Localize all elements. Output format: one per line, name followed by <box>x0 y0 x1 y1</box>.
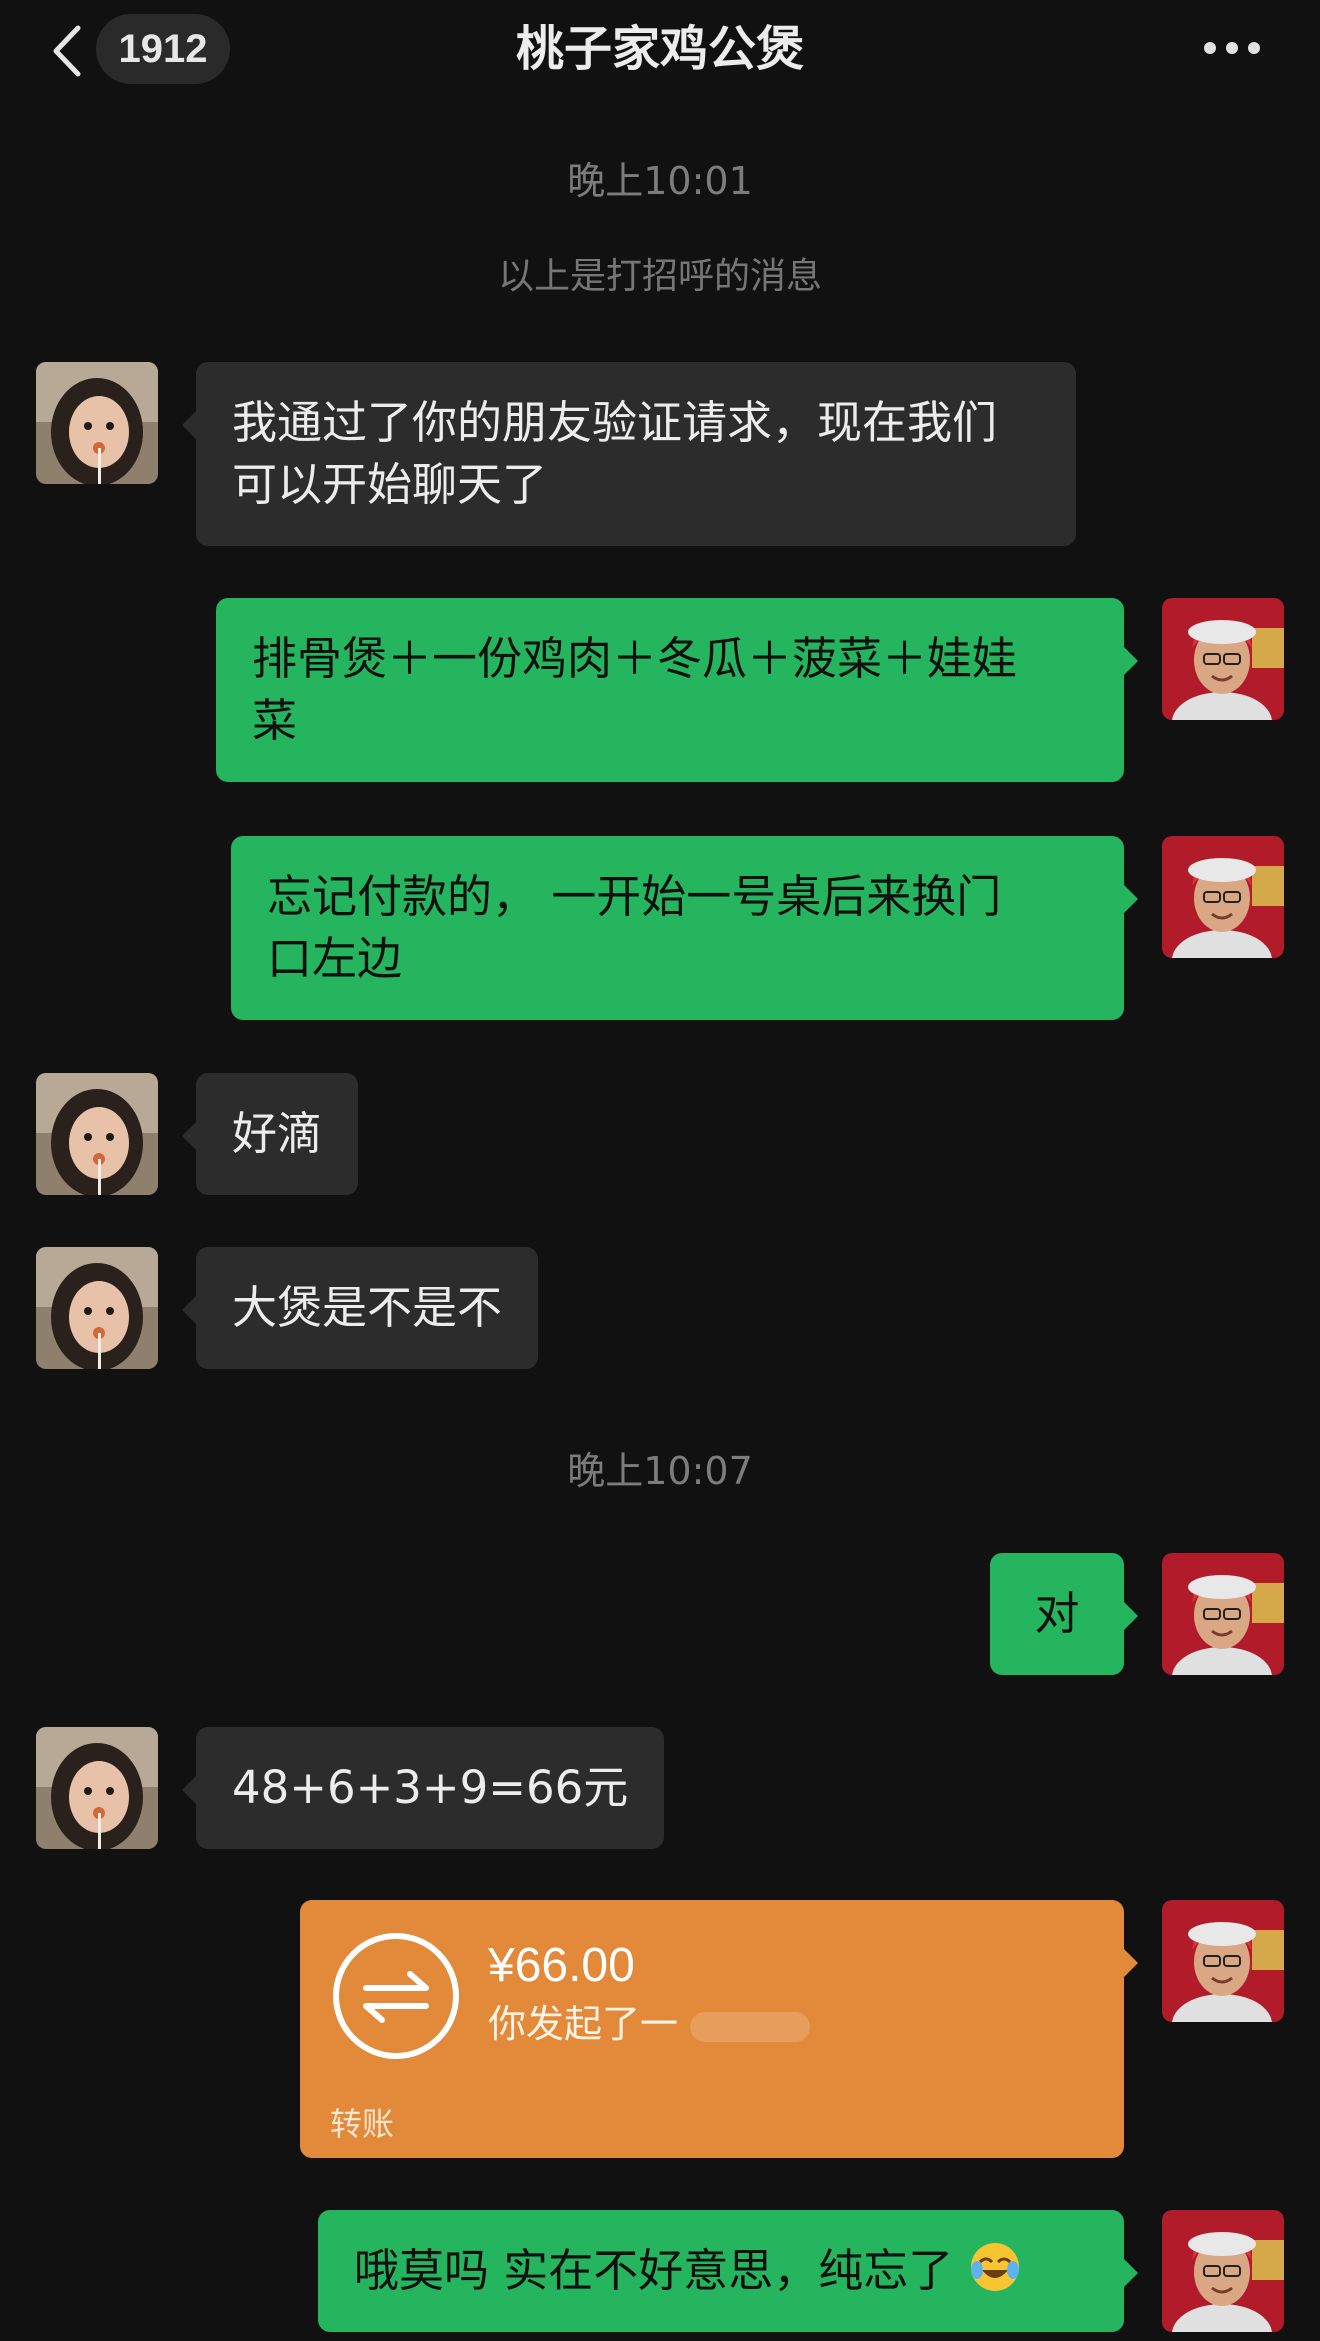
laughing-crying-emoji-icon <box>970 2243 1019 2291</box>
contact-avatar[interactable] <box>36 1727 158 1849</box>
message-text: 好滴 <box>232 1107 323 1160</box>
contact-avatar[interactable] <box>36 362 158 484</box>
message-text: 48+6+3+9=66元 <box>232 1761 629 1814</box>
transfer-kind-label: 转账 <box>330 2105 395 2143</box>
contact-avatar[interactable] <box>36 1247 158 1369</box>
message-text: 对 <box>1034 1587 1080 1640</box>
chat-title: 桃子家鸡公煲 <box>515 21 804 77</box>
message-bubble-outgoing[interactable]: 哦莫吗 实在不好意思，纯忘了 <box>318 2210 1138 2332</box>
contact-avatar[interactable] <box>36 1073 158 1195</box>
message-bubble-incoming[interactable]: 好滴 <box>181 1073 359 1195</box>
message-text-line: 排骨煲＋一份鸡肉＋冬瓜＋菠菜＋娃娃 <box>252 632 1018 685</box>
message-text-line: 菜 <box>252 694 298 747</box>
transfer-description: 你发起了一 <box>488 1998 811 2050</box>
message-bubble-incoming[interactable]: 我通过了你的朋友验证请求，现在我们可以开始聊天了 <box>182 362 1076 546</box>
system-notice: 以上是打招呼的消息 <box>497 256 822 297</box>
message-text-line: 口左边 <box>267 932 403 985</box>
message-bubble-incoming[interactable]: 大煲是不是不 <box>181 1247 539 1369</box>
my-avatar[interactable] <box>1162 836 1284 958</box>
message-bubble-outgoing[interactable]: 忘记付款的， 一开始一号桌后来换门 口左边 <box>231 836 1138 1020</box>
message-text: 哦莫吗 实在不好意思，纯忘了 <box>354 2244 954 2297</box>
message-bubble-incoming[interactable]: 48+6+3+9=66元 <box>181 1727 665 1849</box>
my-avatar[interactable] <box>1162 598 1284 720</box>
blurred-text <box>690 2011 811 2042</box>
transfer-arrows-icon <box>333 1933 459 2059</box>
message-bubble-outgoing[interactable]: 对 <box>990 1553 1138 1675</box>
message-bubble-outgoing[interactable]: 排骨煲＋一份鸡肉＋冬瓜＋菠菜＋娃娃 菜 <box>216 598 1138 782</box>
timestamp: 晚上10:07 <box>567 1449 753 1493</box>
my-avatar[interactable] <box>1162 2210 1284 2332</box>
transfer-amount: ¥66.00 <box>488 1939 635 1992</box>
message-text-line: 忘记付款的， 一开始一号桌后来换门 <box>267 870 1002 923</box>
more-dots-icon[interactable] <box>1204 36 1264 60</box>
message-text: 我通过了你的朋友验证请求，现在我们可以开始聊天了 <box>232 396 998 511</box>
message-text: 大煲是不是不 <box>232 1281 503 1334</box>
my-avatar[interactable] <box>1162 1553 1284 1675</box>
my-avatar[interactable] <box>1162 1900 1284 2022</box>
chat-header: 1912 桃子家鸡公煲 <box>0 0 1320 100</box>
transfer-card[interactable]: ¥66.00 你发起了一 转账 <box>300 1900 1138 2158</box>
timestamp: 晚上10:01 <box>567 159 753 203</box>
transfer-description-text: 你发起了一 <box>488 2002 679 2046</box>
